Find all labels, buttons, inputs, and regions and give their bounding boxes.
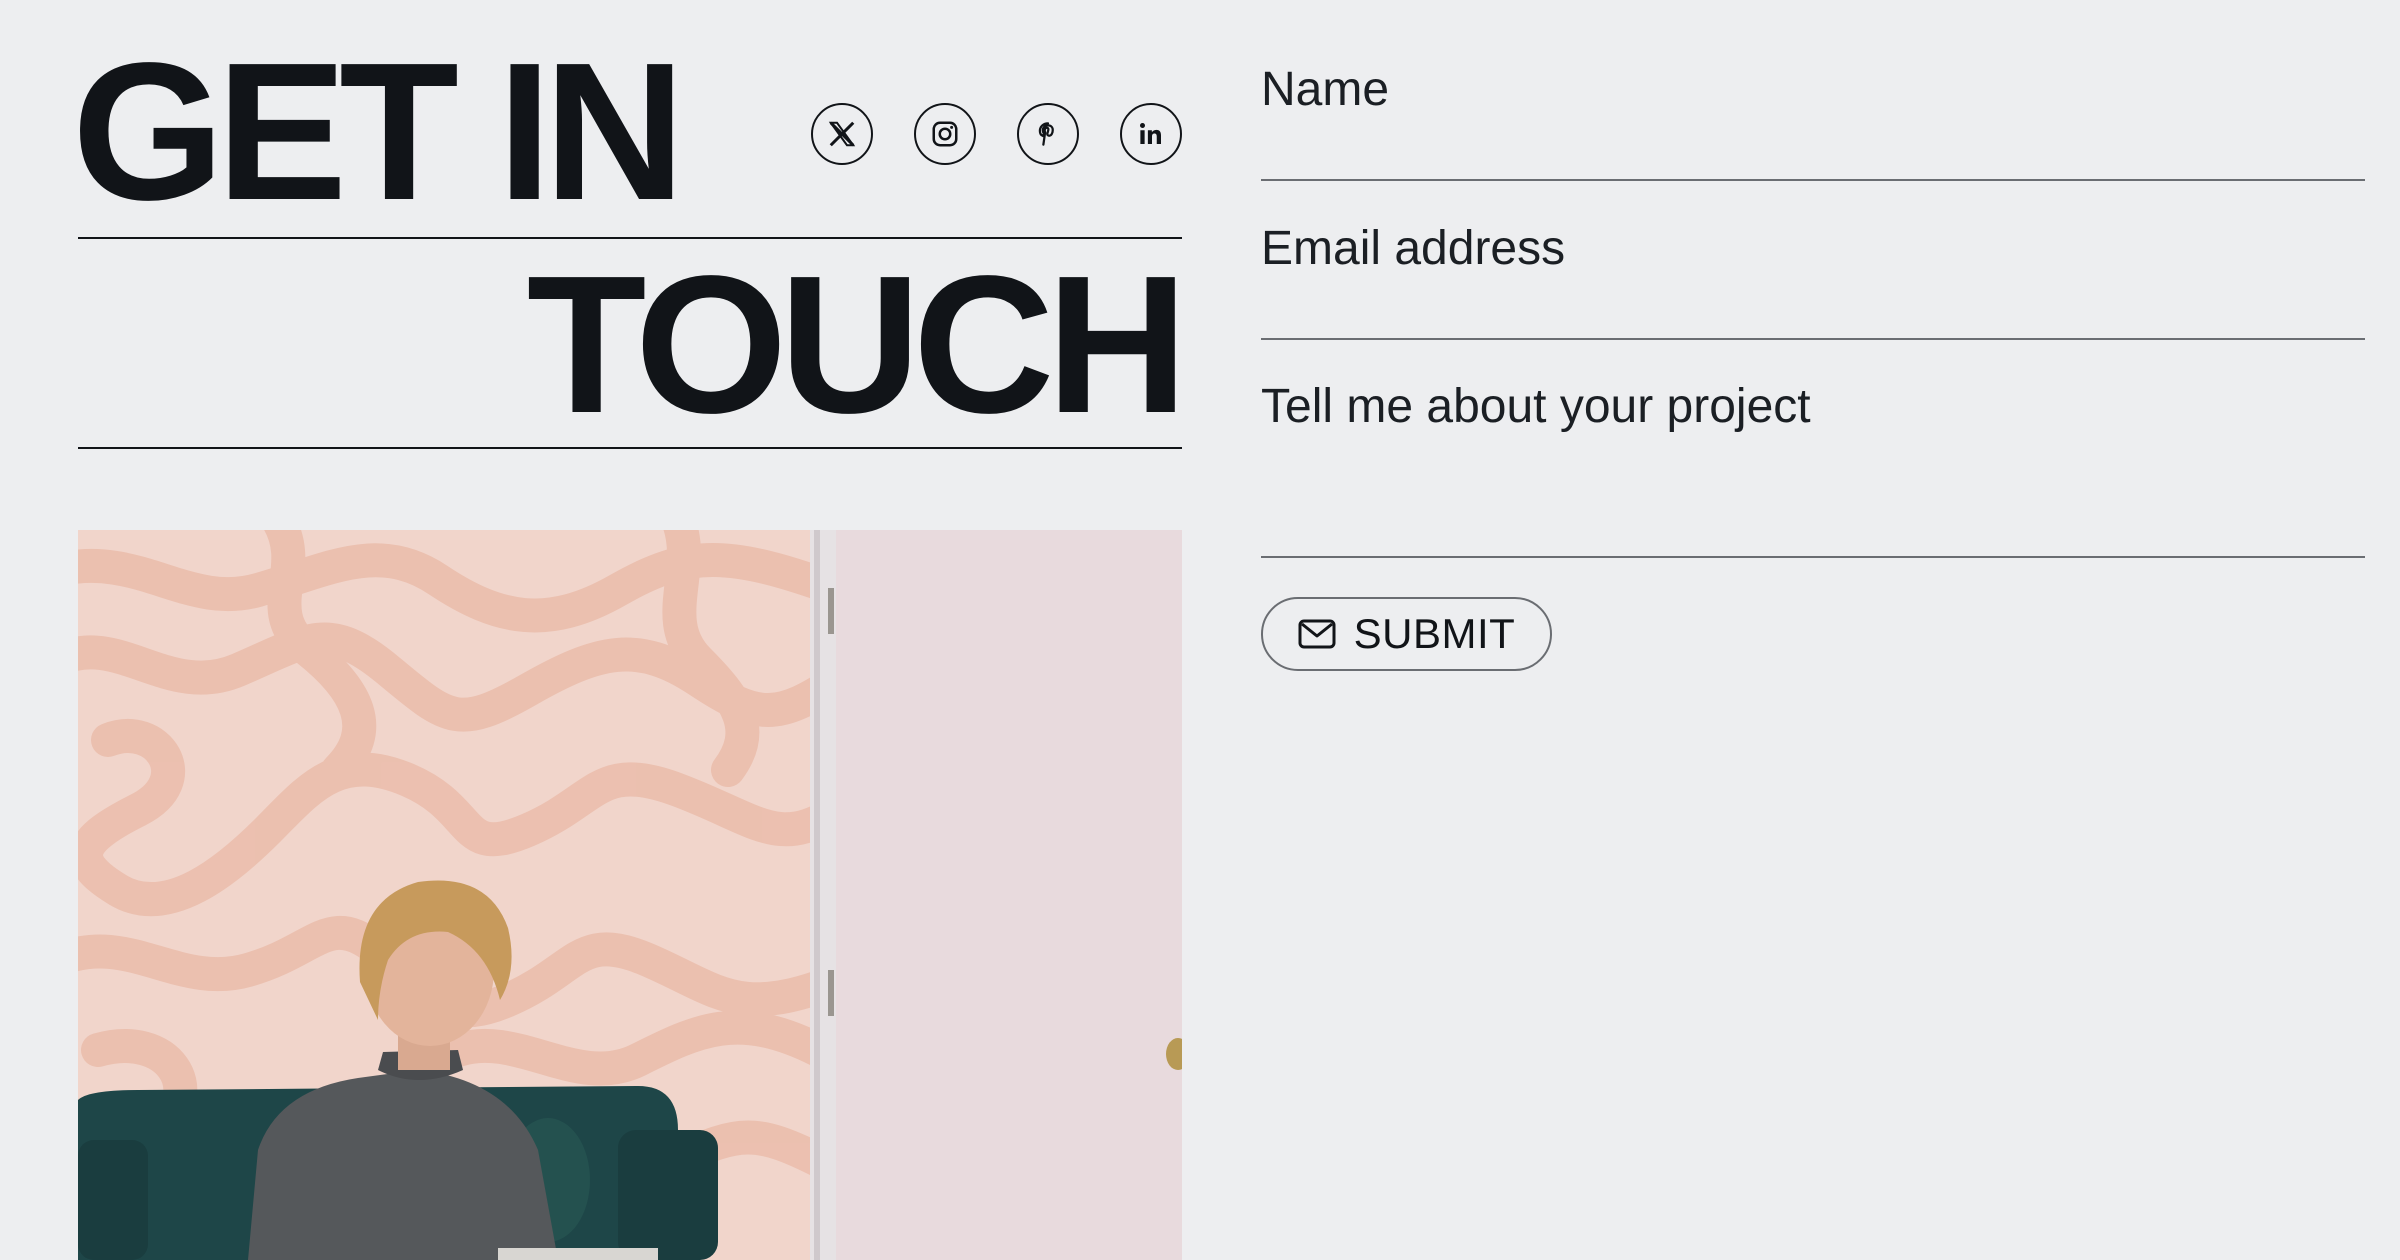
x-icon-glyph [828,121,856,147]
email-field-wrapper [1261,217,2365,340]
headline-line-1: GET IN [72,22,685,241]
linkedin-icon-glyph [1140,123,1161,144]
name-field-wrapper [1261,58,2365,181]
name-field[interactable] [1261,58,2365,120]
headline-line-2: TOUCH [526,235,1188,454]
instagram-icon[interactable] [914,103,976,165]
x-icon[interactable] [811,103,873,165]
social-links [811,103,1182,165]
submit-button[interactable]: SUBMIT [1261,597,1552,671]
project-field-wrapper [1261,376,2365,558]
project-field[interactable] [1261,376,2365,496]
linkedin-icon[interactable] [1120,103,1182,165]
submit-label: SUBMIT [1353,610,1516,657]
person-with-laptop-photo [78,530,1182,1260]
headline-divider-bottom [78,447,1182,449]
contact-left-column: GET IN TOUCH [72,0,1188,1260]
contact-page: GET IN TOUCH Name Email address Tell me … [0,0,2400,1260]
email-field[interactable] [1261,217,2365,279]
pinterest-icon-glyph [1038,122,1054,146]
pinterest-icon[interactable] [1017,103,1079,165]
headline-row: GET IN [72,0,1182,238]
photo-illustration [78,530,1182,1260]
instagram-icon-glyph [932,121,958,147]
mail-icon [1298,619,1336,649]
